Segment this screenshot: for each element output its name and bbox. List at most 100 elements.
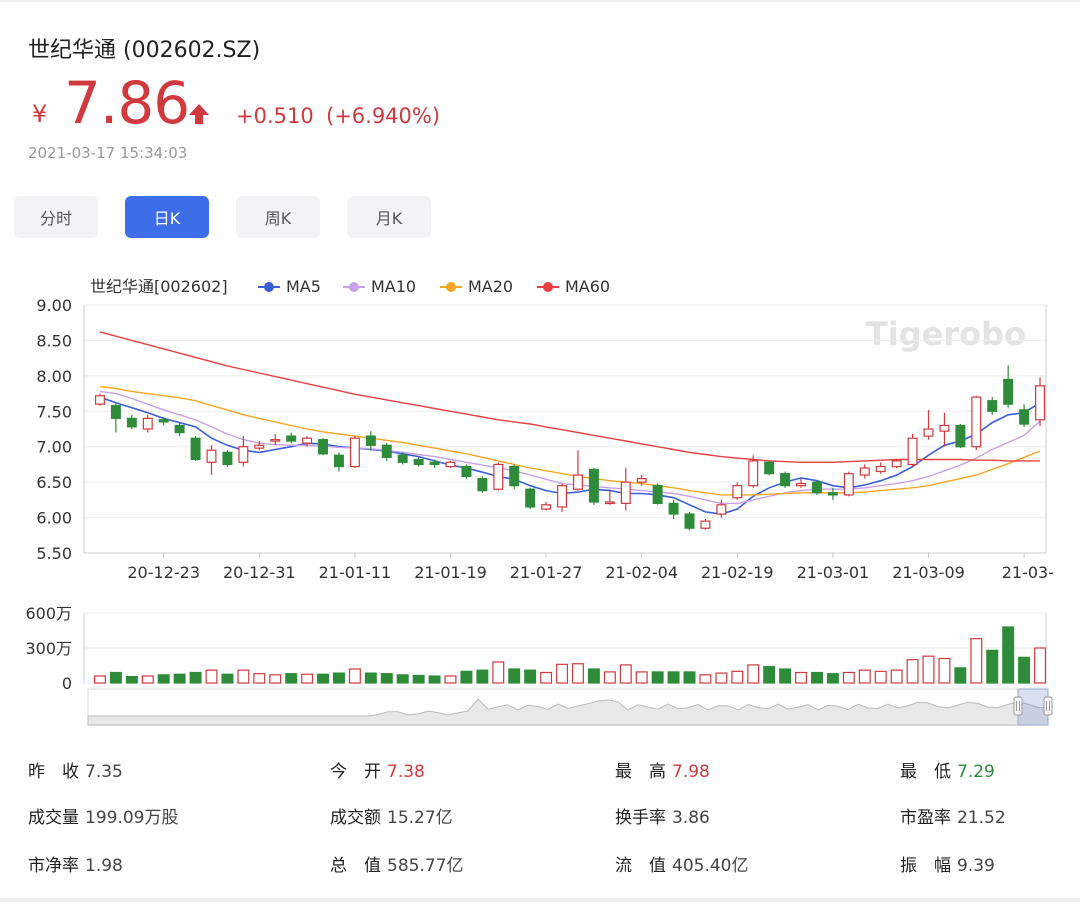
candle-body xyxy=(843,473,854,496)
y-tick-label: 6.50 xyxy=(36,473,72,492)
volume-bar xyxy=(874,670,887,684)
candle-body xyxy=(939,424,950,432)
candle-body xyxy=(286,435,297,442)
candle-body xyxy=(509,465,520,487)
candle-body xyxy=(318,439,329,455)
stat-value: 7.38 xyxy=(387,762,425,782)
volume-bar xyxy=(556,663,569,684)
tab-intraday[interactable]: 分时 xyxy=(14,196,98,238)
x-tick-label: 21-01-11 xyxy=(319,563,392,582)
volume-bar xyxy=(476,669,489,684)
candle-body xyxy=(971,396,982,448)
volume-bar xyxy=(651,671,664,684)
volume-bar xyxy=(285,673,298,684)
volume-bar xyxy=(842,671,855,684)
volume-bar xyxy=(795,671,808,684)
volume-bar xyxy=(524,669,537,684)
candle-body xyxy=(1035,385,1046,421)
legend-ma5-label: MA5 xyxy=(286,277,321,296)
x-tick-label: 21-03- xyxy=(1002,563,1054,582)
volume-bar xyxy=(492,661,505,684)
candle-body xyxy=(955,424,966,448)
stat-volume: 成交量 199.09万股 xyxy=(28,803,178,828)
stat-label: 昨 收 xyxy=(28,762,79,782)
y-tick-label: 6.00 xyxy=(36,509,72,528)
volume-tick-label: 300万 xyxy=(25,639,72,658)
legend-ma20[interactable]: MA20 xyxy=(440,277,513,296)
stat-value: 3.86 xyxy=(672,808,710,828)
volume-bar xyxy=(954,667,967,684)
legend-ma60[interactable]: MA60 xyxy=(537,277,610,296)
candle-body xyxy=(811,481,822,494)
stat-value: 405.40亿 xyxy=(672,856,749,876)
stat-low: 最 低 7.29 xyxy=(900,757,995,782)
stat-label: 振 幅 xyxy=(900,856,951,876)
volume-bar xyxy=(396,674,409,684)
stat-pb-ratio: 市净率 1.98 xyxy=(28,851,123,876)
stat-turnover: 成交额 15.27亿 xyxy=(330,803,453,828)
candle-body xyxy=(780,473,791,487)
volume-bar xyxy=(348,668,361,684)
candle-body xyxy=(588,468,599,503)
x-tick-label: 21-03-01 xyxy=(797,563,870,582)
candle-body xyxy=(620,481,631,504)
volume-bar xyxy=(125,675,138,684)
volume-bar xyxy=(779,668,792,684)
x-tick-label: 21-01-19 xyxy=(414,563,487,582)
y-tick-label: 7.50 xyxy=(36,402,72,421)
volume-bar xyxy=(301,673,314,684)
candle-body xyxy=(333,454,344,468)
tab-daily-k[interactable]: 日K xyxy=(125,196,209,238)
candle-body xyxy=(732,485,743,499)
stat-label: 最 高 xyxy=(615,762,666,782)
candle-body xyxy=(636,478,647,483)
volume-bar xyxy=(1034,647,1047,684)
candle-body xyxy=(477,478,488,492)
y-tick-label: 9.00 xyxy=(36,296,72,315)
legend-ma10[interactable]: MA10 xyxy=(343,277,416,296)
volume-bar xyxy=(683,671,696,684)
tab-monthly-k[interactable]: 月K xyxy=(347,196,431,238)
volume-bar xyxy=(1018,656,1031,684)
candle-body xyxy=(445,461,456,468)
candle-body xyxy=(604,501,615,505)
x-tick-label: 20-12-23 xyxy=(127,563,200,582)
volume-bar xyxy=(587,668,600,684)
candle-body xyxy=(652,485,663,504)
bottom-divider xyxy=(0,898,1080,902)
watermark: Tigerobo xyxy=(866,315,1026,353)
stat-label: 最 低 xyxy=(900,762,951,782)
candle-body xyxy=(302,437,313,444)
volume-bar xyxy=(667,671,680,684)
volume-bar xyxy=(715,672,728,684)
candle-body xyxy=(270,439,281,442)
x-tick-label: 21-03-09 xyxy=(892,563,965,582)
volume-bar xyxy=(157,674,170,684)
stat-label: 换手率 xyxy=(615,808,666,828)
x-tick-label: 21-02-19 xyxy=(701,563,774,582)
legend-stock-name: 世纪华通[002602] xyxy=(90,277,228,296)
volume-bars xyxy=(93,626,1047,684)
candle-body xyxy=(110,405,121,419)
moving-average-lines xyxy=(99,331,1041,515)
candle-body xyxy=(764,461,775,475)
stat-value: 21.52 xyxy=(957,808,1006,828)
volume-bar xyxy=(731,670,744,684)
volume-bar xyxy=(540,671,553,684)
stat-label: 成交额 xyxy=(330,808,381,828)
candle-body xyxy=(827,492,838,496)
stat-value: 1.98 xyxy=(85,856,123,876)
range-navigator[interactable] xyxy=(87,688,1053,726)
candle-body xyxy=(859,467,870,476)
stat-label: 流 值 xyxy=(615,856,666,876)
x-tick-label: 20-12-31 xyxy=(223,563,296,582)
stat-label: 今 开 xyxy=(330,762,381,782)
stat-value: 585.77亿 xyxy=(387,856,464,876)
candle-body xyxy=(1019,409,1030,425)
volume-bar xyxy=(858,669,871,684)
tab-weekly-k[interactable]: 周K xyxy=(236,196,320,238)
candle-body xyxy=(907,437,918,466)
kline-chart[interactable]: 世纪华通[002602] MA5 MA10 MA20 MA60 Tigerobo… xyxy=(0,265,1080,735)
candle-body xyxy=(349,437,360,468)
legend-ma5[interactable]: MA5 xyxy=(258,277,321,296)
